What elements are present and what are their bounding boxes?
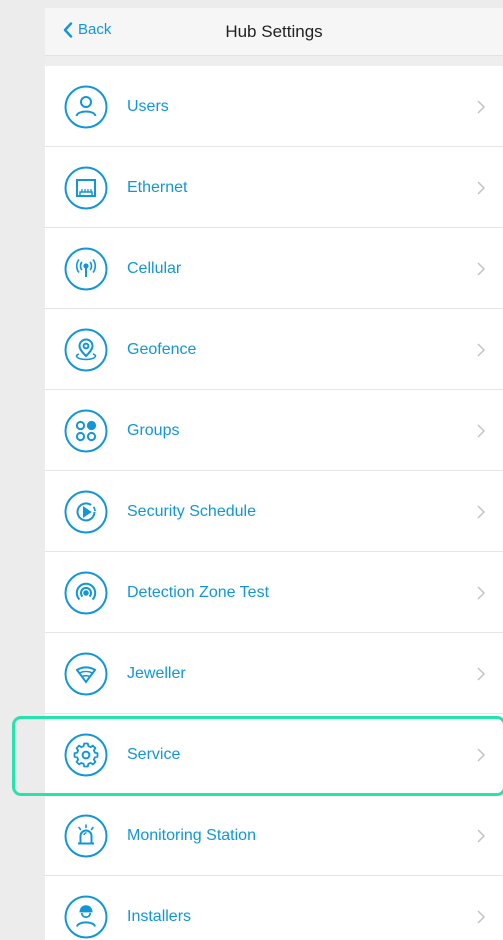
chevron-right-icon bbox=[477, 99, 486, 114]
settings-item-cellular[interactable]: Cellular bbox=[45, 228, 503, 309]
chevron-right-icon bbox=[477, 423, 486, 438]
settings-item-geofence[interactable]: Geofence bbox=[45, 309, 503, 390]
cellular-icon bbox=[64, 247, 108, 291]
settings-item-label: Security Schedule bbox=[127, 502, 256, 520]
installer-icon bbox=[64, 895, 108, 939]
settings-item-label: Geofence bbox=[127, 340, 197, 358]
page-title: Hub Settings bbox=[225, 22, 323, 41]
settings-item-monitoring-station[interactable]: Monitoring Station bbox=[45, 795, 503, 876]
settings-item-label: Service bbox=[127, 745, 181, 763]
settings-item-label: Cellular bbox=[127, 259, 182, 277]
chevron-right-icon bbox=[477, 747, 486, 762]
chevron-right-icon bbox=[477, 261, 486, 276]
gear-icon bbox=[64, 733, 108, 777]
siren-icon bbox=[64, 814, 108, 858]
settings-item-groups[interactable]: Groups bbox=[45, 390, 503, 471]
settings-item-jeweller[interactable]: Jeweller bbox=[45, 633, 503, 714]
settings-item-label: Jeweller bbox=[127, 664, 186, 682]
settings-item-security-schedule[interactable]: Security Schedule bbox=[45, 471, 503, 552]
nav-bar: Back Hub Settings bbox=[45, 8, 503, 56]
jeweller-icon bbox=[64, 652, 108, 696]
chevron-right-icon bbox=[477, 180, 486, 195]
settings-item-detection-zone-test[interactable]: Detection Zone Test bbox=[45, 552, 503, 633]
chevron-right-icon bbox=[477, 504, 486, 519]
settings-item-label: Monitoring Station bbox=[127, 826, 256, 844]
chevron-right-icon bbox=[477, 342, 486, 357]
settings-item-label: Installers bbox=[127, 907, 192, 925]
detection-zone-icon bbox=[64, 571, 108, 615]
ethernet-icon bbox=[64, 166, 108, 210]
user-icon bbox=[64, 85, 108, 129]
chevron-right-icon bbox=[477, 666, 486, 681]
settings-item-label: Groups bbox=[127, 421, 180, 439]
settings-panel: Back Hub Settings Users Ethernet Cellula… bbox=[45, 8, 503, 940]
settings-item-label: Users bbox=[127, 97, 169, 115]
section-gap bbox=[45, 56, 503, 66]
groups-icon bbox=[64, 409, 108, 453]
settings-item-installers[interactable]: Installers bbox=[45, 876, 503, 940]
schedule-icon bbox=[64, 490, 108, 534]
chevron-right-icon bbox=[477, 585, 486, 600]
settings-item-service[interactable]: Service bbox=[45, 714, 503, 795]
settings-list: Users Ethernet Cellular Geofence Groups … bbox=[45, 66, 503, 940]
settings-item-ethernet[interactable]: Ethernet bbox=[45, 147, 503, 228]
settings-item-label: Detection Zone Test bbox=[127, 583, 270, 601]
settings-item-users[interactable]: Users bbox=[45, 66, 503, 147]
chevron-right-icon bbox=[477, 828, 486, 843]
settings-item-label: Ethernet bbox=[127, 178, 188, 196]
geofence-icon bbox=[64, 328, 108, 372]
chevron-right-icon bbox=[477, 909, 486, 924]
